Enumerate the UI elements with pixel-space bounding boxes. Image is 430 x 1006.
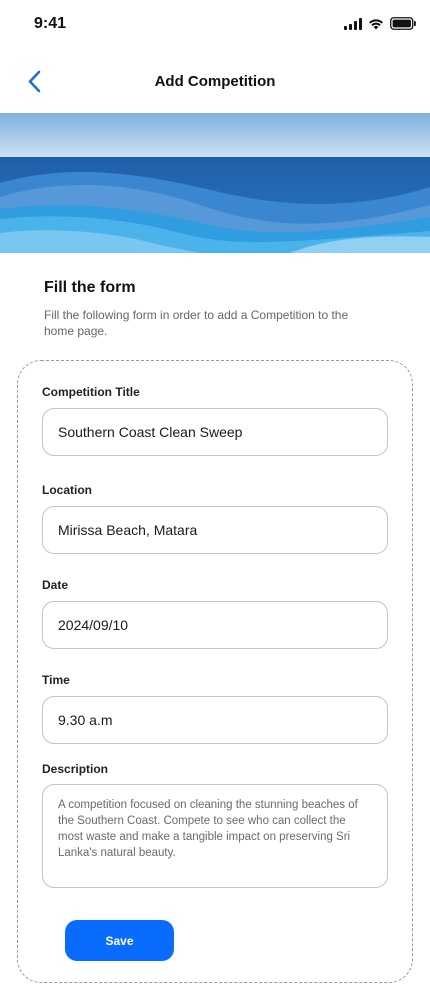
- time-input[interactable]: [42, 696, 388, 744]
- date-input[interactable]: [42, 601, 388, 649]
- status-icons: [344, 17, 416, 30]
- description-label: Description: [42, 762, 109, 776]
- form-heading: Fill the form: [44, 279, 136, 296]
- wifi-icon: [369, 18, 383, 29]
- form-instructions: Fill the following form in order to add …: [44, 308, 349, 338]
- save-button[interactable]: Save: [65, 920, 174, 961]
- competition-title-label: Competition Title: [42, 385, 140, 399]
- page-title: Add Competition: [154, 73, 276, 90]
- signal-icon: [344, 17, 362, 30]
- time-label: Time: [42, 673, 70, 687]
- status-bar: 9:41: [0, 0, 430, 50]
- status-time: 9:41: [34, 15, 67, 32]
- location-label: Location: [42, 483, 92, 497]
- battery-icon: [390, 17, 416, 30]
- description-textarea[interactable]: A competition focused on cleaning the st…: [42, 784, 388, 888]
- nav-bar: Add Competition: [0, 60, 430, 104]
- ocean-banner-image: [0, 113, 430, 253]
- location-input[interactable]: [42, 506, 388, 554]
- date-label: Date: [42, 578, 69, 592]
- competition-title-input[interactable]: [42, 408, 388, 456]
